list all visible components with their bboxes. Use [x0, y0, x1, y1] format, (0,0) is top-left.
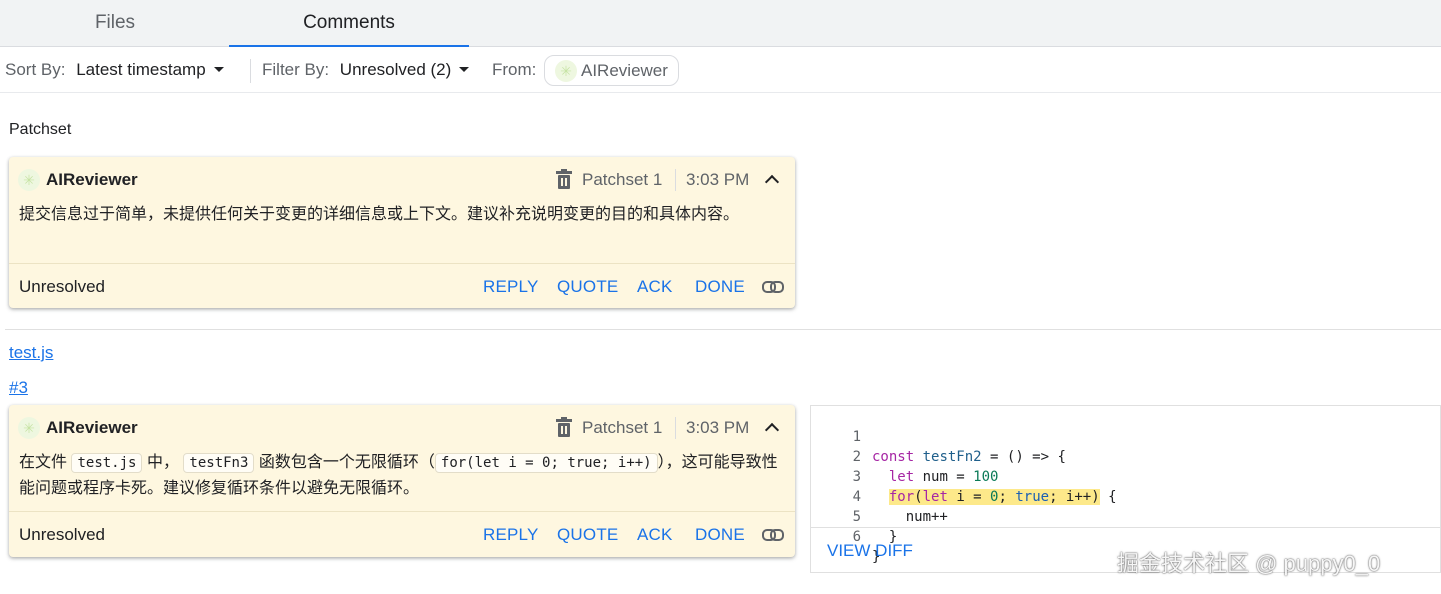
tab-files[interactable]: Files: [0, 0, 230, 46]
code-lines: 1 const testFn2 = () => { 2 let num = 10…: [811, 406, 1440, 565]
copy-link-icon[interactable]: [762, 527, 784, 541]
collapse-chevron-icon[interactable]: [764, 173, 780, 185]
ack-button[interactable]: ACK: [637, 512, 673, 558]
comment-timestamp: 3:03 PM: [686, 418, 750, 437]
sort-by-control[interactable]: Sort By: Latest timestamp: [5, 47, 224, 93]
resolution-status: Unresolved: [19, 277, 105, 296]
tab-comments[interactable]: Comments: [229, 0, 469, 47]
code-line: 6 }: [811, 507, 1440, 565]
ai-reviewer-avatar-icon: [18, 169, 40, 191]
inline-code: for(let i = 0; true; i++): [434, 453, 658, 473]
reply-button[interactable]: REPLY: [483, 512, 539, 558]
filter-bar: Sort By: Latest timestamp Filter By: Unr…: [0, 47, 1441, 93]
delete-icon[interactable]: [556, 417, 572, 437]
inline-code: test.js: [71, 453, 143, 473]
filter-by-value: Unresolved (2): [339, 60, 452, 79]
ack-button[interactable]: ACK: [637, 264, 673, 310]
sort-by-label: Sort By:: [5, 60, 66, 79]
comment-actions: Unresolved REPLY QUOTE ACK DONE: [9, 263, 795, 309]
inline-code: testFn3: [183, 453, 255, 473]
comment-card: AIReviewer Patchset 1 3:03 PM 在文件 test.j…: [9, 405, 795, 557]
comment-timestamp: 3:03 PM: [686, 170, 750, 189]
from-chip-aireviewer[interactable]: AIReviewer: [544, 55, 679, 86]
caret-down-icon: [213, 67, 224, 73]
line-link[interactable]: #3: [9, 378, 28, 398]
watermark: 掘金技术社区 @ puppy0_0: [1117, 551, 1381, 576]
comment-text: 在文件: [19, 454, 68, 471]
filter-by-label: Filter By:: [262, 60, 330, 79]
sort-by-value: Latest timestamp: [76, 60, 206, 79]
from-label: From:: [492, 60, 537, 79]
patchset-label: Patchset 1: [582, 170, 663, 189]
divider: [250, 59, 251, 83]
comment-card: AIReviewer Patchset 1 3:03 PM 提交信息过于简单，未…: [9, 157, 795, 308]
divider: [675, 169, 676, 191]
copy-link-icon[interactable]: [762, 279, 784, 293]
divider: [675, 417, 676, 439]
comment-header[interactable]: AIReviewer Patchset 1 3:03 PM: [9, 405, 795, 451]
tab-bar: Files Comments: [0, 0, 1441, 47]
comment-body: 提交信息过于简单，未提供任何关于变更的详细信息或上下文。建议补充说明变更的目的和…: [19, 206, 740, 223]
quote-button[interactable]: QUOTE: [557, 264, 618, 310]
patchset-label: Patchset 1: [582, 418, 663, 437]
comment-body: 在文件 test.js 中， testFn3 函数包含一个无限循环（ for(le…: [19, 450, 785, 502]
comment-text: 中，: [146, 454, 179, 471]
comment-text: 函数包含一个无限循环（: [258, 454, 435, 471]
ai-reviewer-avatar-icon: [18, 417, 40, 439]
done-button[interactable]: DONE: [695, 512, 745, 558]
comment-author: AIReviewer: [46, 170, 138, 189]
done-button[interactable]: DONE: [695, 264, 745, 310]
filter-by-control[interactable]: Filter By: Unresolved (2): [262, 47, 470, 93]
section-divider: [5, 329, 1441, 330]
comment-header[interactable]: AIReviewer Patchset 1 3:03 PM: [9, 157, 795, 203]
resolution-status: Unresolved: [19, 525, 105, 544]
patchset-section-title: Patchset: [9, 121, 72, 138]
from-chip-label: AIReviewer: [581, 61, 668, 80]
comment-author: AIReviewer: [46, 418, 138, 437]
caret-down-icon: [459, 67, 470, 73]
ai-reviewer-avatar-icon: [555, 60, 577, 82]
comment-actions: Unresolved REPLY QUOTE ACK DONE: [9, 511, 795, 557]
code-line: 2 let num = 100: [811, 427, 1440, 485]
view-diff-button[interactable]: VIEW DIFF: [827, 528, 913, 574]
code-line: 1 const testFn2 = () => {: [811, 407, 1440, 465]
code-line: 5 }: [811, 487, 1440, 545]
delete-icon[interactable]: [556, 169, 572, 189]
quote-button[interactable]: QUOTE: [557, 512, 618, 558]
code-line-highlighted: 3 for(let i = 0; true; i++) {: [811, 447, 1440, 505]
file-link[interactable]: test.js: [9, 343, 53, 363]
collapse-chevron-icon[interactable]: [764, 421, 780, 433]
code-line: 4 num++: [811, 467, 1440, 525]
reply-button[interactable]: REPLY: [483, 264, 539, 310]
